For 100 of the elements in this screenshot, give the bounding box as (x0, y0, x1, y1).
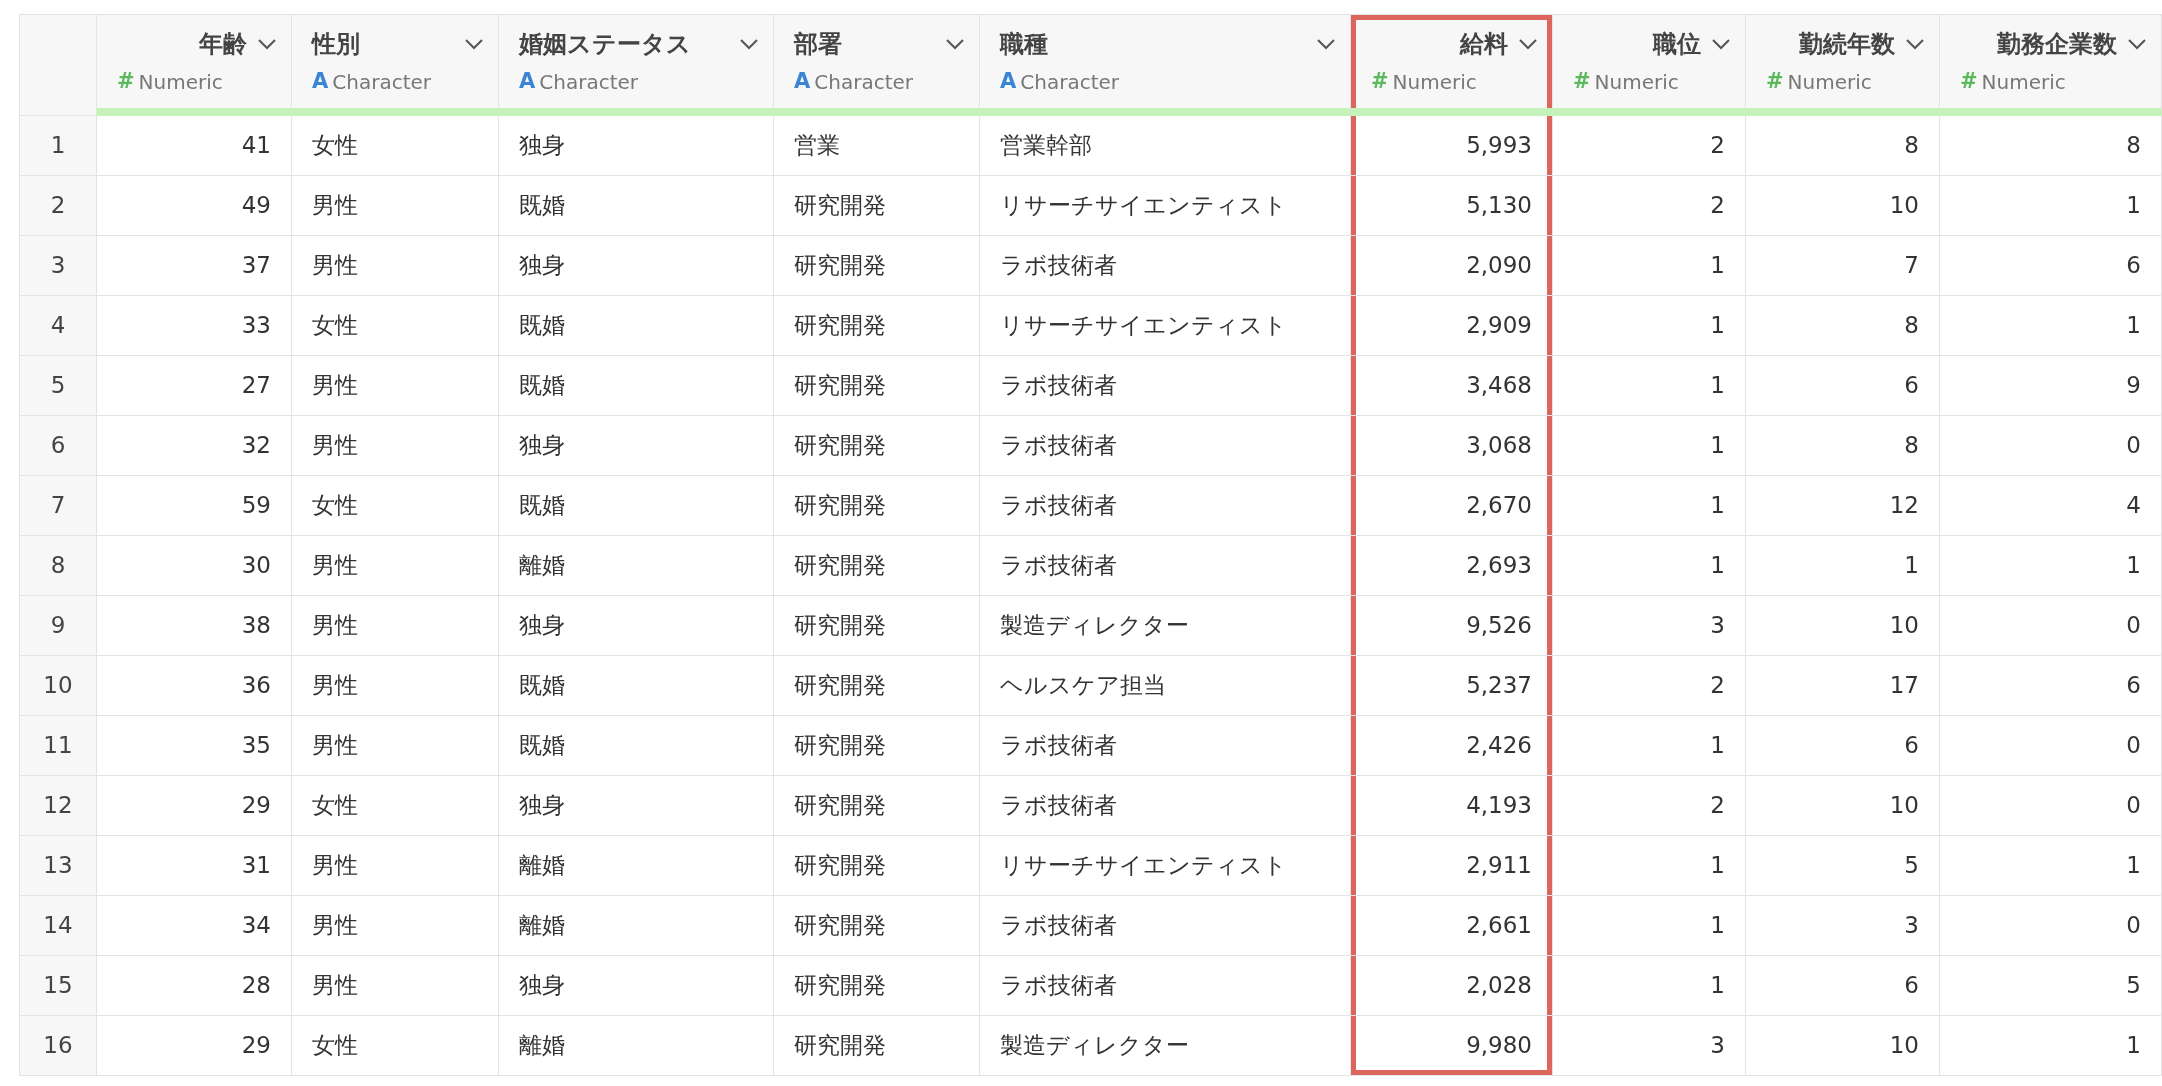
table-cell: 5 (1940, 956, 2162, 1016)
chevron-down-icon[interactable] (945, 37, 965, 50)
chevron-down-icon[interactable] (1316, 37, 1336, 50)
table-cell: 2,670 (1351, 476, 1553, 536)
column-type: Numeric (1787, 68, 1872, 96)
table-cell: ラボ技術者 (980, 476, 1351, 536)
table-cell: ラボ技術者 (980, 896, 1351, 956)
table-cell: ラボ技術者 (980, 956, 1351, 1016)
column-header[interactable]: 給料 # Numeric (1351, 14, 1553, 116)
chevron-down-icon[interactable] (257, 37, 277, 50)
table-cell: 5,237 (1351, 656, 1553, 716)
table-cell: 28 (97, 956, 292, 1016)
table-cell: 29 (97, 776, 292, 836)
table-cell: ラボ技術者 (980, 236, 1351, 296)
row-number: 1 (19, 116, 97, 176)
table-cell: 1 (1746, 536, 1940, 596)
table-cell: ヘルスケア担当 (980, 656, 1351, 716)
table-cell: 女性 (292, 296, 499, 356)
chevron-down-icon[interactable] (2127, 37, 2147, 50)
table-cell: 独身 (499, 776, 774, 836)
row-number: 9 (19, 596, 97, 656)
column-header[interactable]: 性別 A Character (292, 14, 499, 116)
row-number: 13 (19, 836, 97, 896)
table-cell: 既婚 (499, 656, 774, 716)
chevron-down-icon[interactable] (1711, 37, 1731, 50)
chevron-down-icon[interactable] (464, 37, 484, 50)
table-cell: 2,090 (1351, 236, 1553, 296)
table-cell: 研究開発 (774, 536, 980, 596)
table-cell: 女性 (292, 116, 499, 176)
table-cell: 男性 (292, 236, 499, 296)
table-cell: 2 (1553, 776, 1746, 836)
table-cell: 既婚 (499, 296, 774, 356)
table-cell: 8 (1746, 116, 1940, 176)
table-cell: 8 (1746, 416, 1940, 476)
table-cell: 0 (1940, 596, 2162, 656)
table-cell: 33 (97, 296, 292, 356)
row-number: 4 (19, 296, 97, 356)
column-header[interactable]: 職位 # Numeric (1553, 14, 1746, 116)
table-cell: 3 (1553, 1016, 1746, 1076)
type-icon: A (794, 65, 811, 98)
table-cell: 4,193 (1351, 776, 1553, 836)
table-cell: ラボ技術者 (980, 356, 1351, 416)
chevron-down-icon[interactable] (1905, 37, 1925, 50)
row-number: 16 (19, 1016, 97, 1076)
table-cell: 研究開発 (774, 416, 980, 476)
column-type: Character (539, 68, 638, 96)
table-cell: 離婚 (499, 896, 774, 956)
type-icon: # (1371, 65, 1389, 98)
type-icon: A (519, 65, 536, 98)
table-cell: 1 (1940, 1016, 2162, 1076)
table-cell: 男性 (292, 836, 499, 896)
table-cell: 研究開発 (774, 956, 980, 1016)
column-header[interactable]: 勤務企業数 # Numeric (1940, 14, 2162, 116)
table-cell: 研究開発 (774, 236, 980, 296)
table-cell: 6 (1746, 716, 1940, 776)
table-cell: 36 (97, 656, 292, 716)
column-header[interactable]: 勤続年数 # Numeric (1746, 14, 1940, 116)
column-name: 給料 (1460, 28, 1508, 60)
table-cell: 38 (97, 596, 292, 656)
table-cell: 2 (1553, 176, 1746, 236)
table-cell: 1 (1553, 356, 1746, 416)
table-cell: 29 (97, 1016, 292, 1076)
table-cell: 製造ディレクター (980, 1016, 1351, 1076)
type-icon: # (1573, 65, 1591, 98)
table-cell: 1 (1940, 836, 2162, 896)
table-cell: 1 (1940, 296, 2162, 356)
table-cell: 独身 (499, 236, 774, 296)
type-icon: # (1766, 65, 1784, 98)
table-cell: 離婚 (499, 536, 774, 596)
row-number: 7 (19, 476, 97, 536)
chevron-down-icon[interactable] (739, 37, 759, 50)
row-number: 12 (19, 776, 97, 836)
table-cell: 2,911 (1351, 836, 1553, 896)
table-cell: 8 (1746, 296, 1940, 356)
table-cell: 1 (1553, 236, 1746, 296)
column-type: Character (814, 68, 913, 96)
column-header[interactable]: 部署 A Character (774, 14, 980, 116)
table-cell: 既婚 (499, 356, 774, 416)
table-cell: 8 (1940, 116, 2162, 176)
table-cell: 1 (1940, 536, 2162, 596)
table-cell: 研究開発 (774, 176, 980, 236)
table-cell: リサーチサイエンティスト (980, 176, 1351, 236)
table-cell: 男性 (292, 956, 499, 1016)
row-number: 10 (19, 656, 97, 716)
table-cell: 既婚 (499, 476, 774, 536)
table-cell: 既婚 (499, 176, 774, 236)
column-header[interactable]: 職種 A Character (980, 14, 1351, 116)
row-number: 14 (19, 896, 97, 956)
column-name: 性別 (312, 28, 360, 60)
table-cell: ラボ技術者 (980, 536, 1351, 596)
table-cell: 営業幹部 (980, 116, 1351, 176)
table-cell: 30 (97, 536, 292, 596)
table-cell: 1 (1553, 716, 1746, 776)
table-cell: 1 (1553, 296, 1746, 356)
table-cell: 1 (1553, 836, 1746, 896)
table-cell: ラボ技術者 (980, 776, 1351, 836)
column-header[interactable]: 婚姻ステータス A Character (499, 14, 774, 116)
chevron-down-icon[interactable] (1518, 37, 1538, 50)
column-type: Character (332, 68, 431, 96)
column-header[interactable]: 年齢 # Numeric (97, 14, 292, 116)
